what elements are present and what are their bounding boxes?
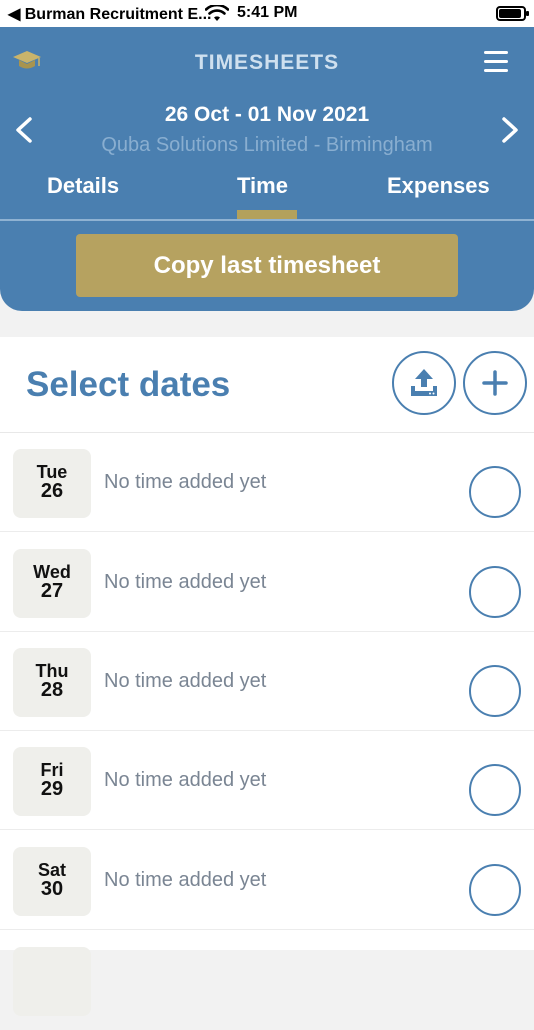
page-title: TIMESHEETS bbox=[194, 51, 340, 74]
day-status: No time added yet bbox=[104, 471, 267, 493]
day-status: No time added yet bbox=[104, 670, 267, 692]
day-number: 28 bbox=[40, 679, 64, 701]
wifi-icon bbox=[204, 3, 230, 28]
day-badge: Fri 29 bbox=[13, 747, 91, 816]
select-day-radio[interactable] bbox=[469, 764, 521, 816]
tab-expenses[interactable]: Expenses bbox=[387, 173, 490, 199]
back-to-app-link[interactable]: ◀ Burman Recruitment E... bbox=[8, 4, 211, 24]
select-dates-card: Select dates Tue 26 No time added yet We… bbox=[0, 337, 534, 1016]
day-badge: Thu 28 bbox=[13, 648, 91, 717]
day-row-sat[interactable]: Sat 30 No time added yet bbox=[0, 831, 534, 930]
day-badge: Wed 27 bbox=[13, 549, 91, 618]
day-name: Fri bbox=[40, 760, 64, 780]
battery-icon bbox=[496, 6, 529, 21]
hamburger-menu-icon[interactable] bbox=[484, 51, 508, 73]
status-time: 5:41 PM bbox=[237, 4, 298, 21]
day-row-tue[interactable]: Tue 26 No time added yet bbox=[0, 433, 534, 532]
date-range: 26 Oct - 01 Nov 2021 bbox=[164, 103, 370, 126]
select-day-radio[interactable] bbox=[469, 864, 521, 916]
chevron-right-icon[interactable] bbox=[498, 115, 522, 145]
tab-details[interactable]: Details bbox=[47, 173, 119, 199]
select-day-radio[interactable] bbox=[469, 665, 521, 717]
day-name: Tue bbox=[36, 462, 68, 482]
day-badge: Sat 30 bbox=[13, 847, 91, 916]
day-number: 27 bbox=[40, 580, 64, 602]
day-number: 30 bbox=[40, 878, 64, 900]
day-status: No time added yet bbox=[104, 869, 267, 891]
add-button[interactable] bbox=[463, 351, 527, 415]
day-badge: Tue 26 bbox=[13, 449, 91, 518]
upload-button[interactable] bbox=[392, 351, 456, 415]
plus-icon bbox=[465, 370, 525, 417]
day-number: 26 bbox=[40, 480, 64, 502]
status-bar: ◀ Burman Recruitment E... 5:41 PM bbox=[0, 0, 534, 27]
day-status: No time added yet bbox=[104, 769, 267, 791]
day-name: Thu bbox=[35, 661, 69, 681]
day-badge bbox=[13, 947, 91, 1016]
header: TIMESHEETS 26 Oct - 01 Nov 2021 Quba Sol… bbox=[0, 27, 534, 311]
day-row-fri[interactable]: Fri 29 No time added yet bbox=[0, 731, 534, 830]
day-row-partial[interactable] bbox=[0, 931, 534, 1030]
day-row-wed[interactable]: Wed 27 No time added yet bbox=[0, 533, 534, 632]
select-day-radio[interactable] bbox=[469, 466, 521, 518]
day-name: Wed bbox=[33, 562, 71, 582]
day-name: Sat bbox=[37, 860, 66, 880]
company-name: Quba Solutions Limited - Birmingham bbox=[101, 134, 433, 156]
header-divider bbox=[0, 219, 534, 221]
copy-last-timesheet-button[interactable]: Copy last timesheet bbox=[76, 234, 458, 297]
day-number: 29 bbox=[40, 778, 64, 800]
day-status: No time added yet bbox=[104, 571, 267, 593]
section-title: Select dates bbox=[26, 365, 231, 404]
select-day-radio[interactable] bbox=[469, 566, 521, 618]
day-row-thu[interactable]: Thu 28 No time added yet bbox=[0, 632, 534, 731]
tab-time[interactable]: Time bbox=[237, 173, 288, 199]
upload-icon bbox=[394, 369, 454, 417]
